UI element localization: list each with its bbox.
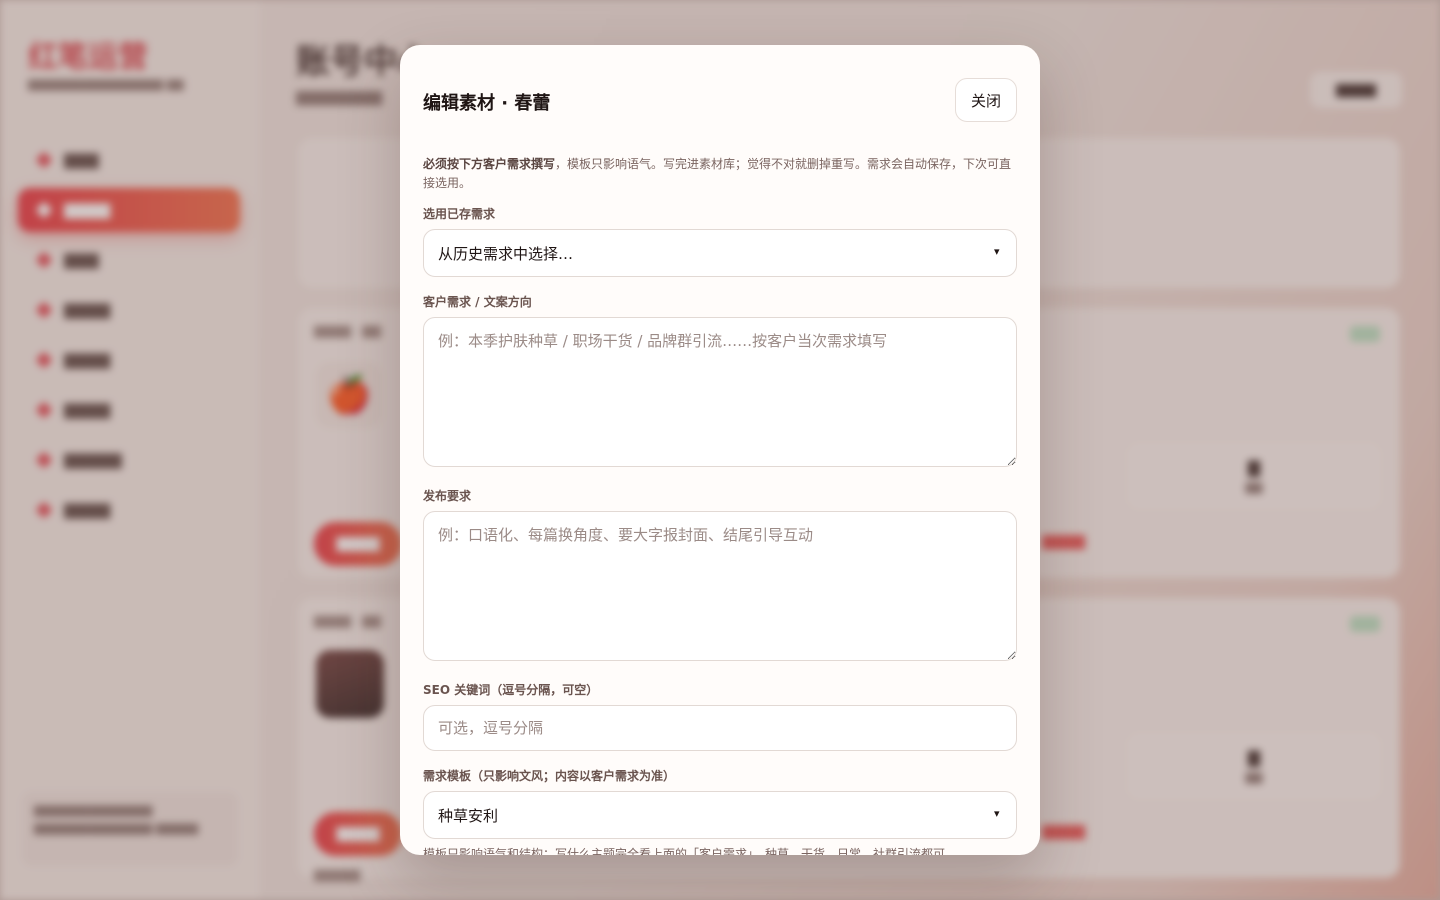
seo-input[interactable]: [423, 705, 1017, 751]
edit-material-modal: 编辑素材 · 春蕾 关闭 必须按下方客户需求撰写，模板只影响语气。写完进素材库；…: [400, 45, 1040, 855]
intro-bold: 必须按下方客户需求撰写: [423, 157, 556, 171]
saved-demand-value: 从历史需求中选择…: [438, 244, 574, 263]
saved-demand-select[interactable]: 从历史需求中选择… ▾: [423, 229, 1017, 277]
intro-text: 必须按下方客户需求撰写，模板只影响语气。写完进素材库；觉得不对就删掉重写。需求会…: [423, 155, 1017, 193]
chevron-down-icon: ▾: [994, 245, 1000, 258]
chevron-down-icon: ▾: [994, 807, 1000, 820]
seo-label: SEO 关键词（逗号分隔，可空）: [423, 683, 599, 697]
publish-label: 发布要求: [423, 489, 472, 503]
demand-label: 客户需求 / 文案方向: [423, 295, 532, 309]
template-hint: 模板只影响语气和结构；写什么主题完全看上面的「客户需求」。种草、干货、日常、社群…: [423, 847, 958, 855]
template-label: 需求模板（只影响文风；内容以客户需求为准）: [423, 769, 676, 783]
demand-textarea[interactable]: [423, 317, 1017, 467]
template-select[interactable]: 种草安利 ▾: [423, 791, 1017, 839]
modal-title: 编辑素材 · 春蕾: [423, 93, 551, 114]
saved-demand-label: 选用已存需求: [423, 207, 496, 221]
publish-textarea[interactable]: [423, 511, 1017, 661]
close-button[interactable]: 关闭: [955, 78, 1017, 122]
template-value: 种草安利: [438, 806, 499, 825]
modal-header: 编辑素材 · 春蕾 关闭: [423, 45, 1017, 155]
